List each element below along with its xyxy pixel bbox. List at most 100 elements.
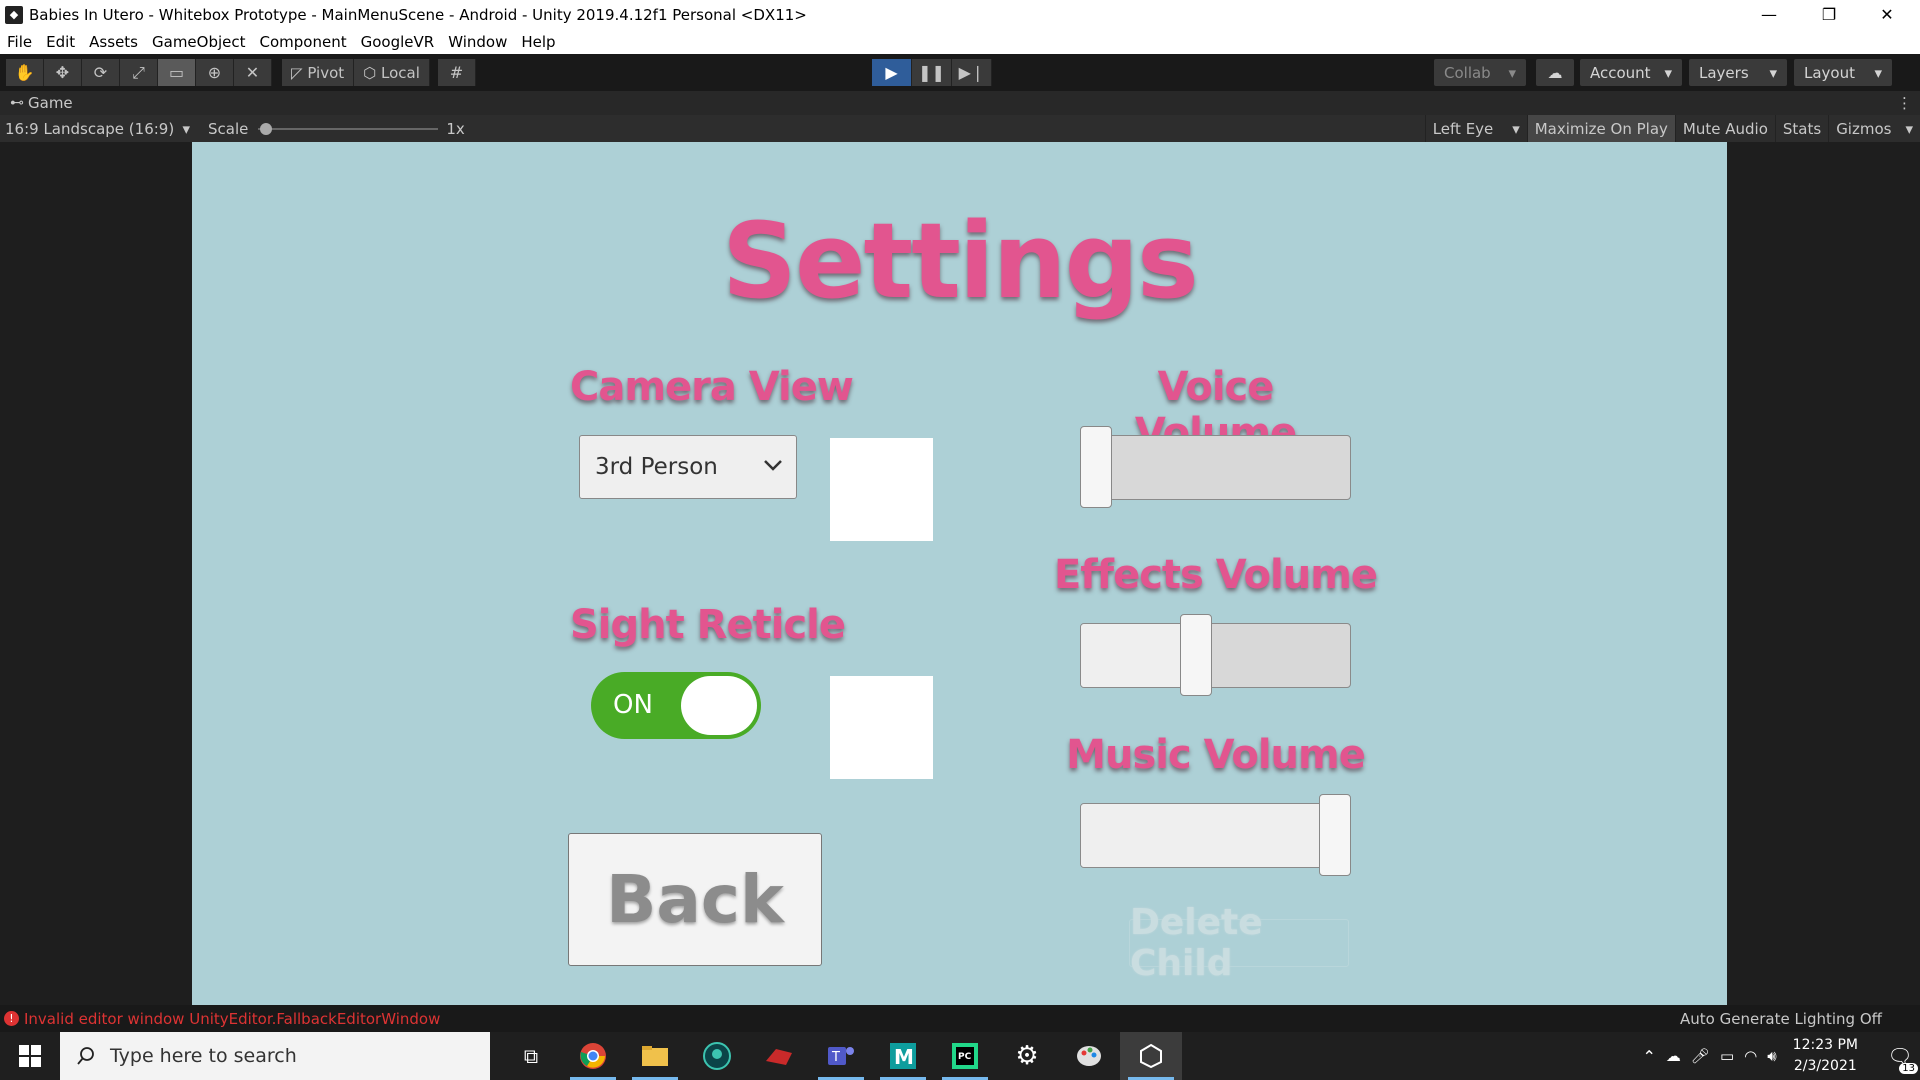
- move-tool-icon[interactable]: ✥: [44, 59, 82, 86]
- sight-reticle-toggle[interactable]: ON: [591, 672, 761, 739]
- aspect-dropdown[interactable]: 16:9 Landscape (16:9) ▾: [0, 120, 196, 138]
- grid-snap-icon[interactable]: #: [437, 59, 476, 86]
- chevron-down-icon: [764, 460, 782, 471]
- volume-icon[interactable]: 🔊︎: [1767, 1047, 1776, 1065]
- layout-label: Layout: [1804, 63, 1855, 82]
- menu-googlevr[interactable]: GoogleVR: [354, 33, 442, 51]
- svg-text:M: M: [894, 1045, 914, 1069]
- transform-tool-icon[interactable]: ⊕: [196, 59, 234, 86]
- mute-audio-toggle[interactable]: Mute Audio: [1674, 115, 1775, 142]
- camera-view-dropdown[interactable]: 3rd Person: [579, 435, 797, 499]
- cloud-button[interactable]: ☁: [1536, 59, 1574, 86]
- file-explorer-icon[interactable]: [624, 1032, 686, 1080]
- chevron-down-icon: ▾: [1664, 63, 1672, 82]
- unity-taskbar-icon[interactable]: [1120, 1032, 1182, 1080]
- music-volume-handle[interactable]: [1319, 794, 1351, 876]
- collab-dropdown[interactable]: Collab ▾: [1434, 59, 1526, 86]
- system-tray: ⌃ ☁ 🎤︎ ▭ ◠ 🔊︎ 12:23 PM 2/3/2021 🗨︎ 13: [1642, 1032, 1920, 1080]
- microphone-icon[interactable]: 🎤︎: [1691, 1047, 1710, 1065]
- battery-icon[interactable]: ▭: [1720, 1047, 1734, 1065]
- pivot-icon: ◸: [291, 63, 308, 82]
- hand-tool-icon[interactable]: ✋: [6, 59, 44, 86]
- maximize-on-play-toggle[interactable]: Maximize On Play: [1526, 115, 1675, 142]
- chrome-icon[interactable]: [562, 1032, 624, 1080]
- windows-start-button[interactable]: [0, 1032, 60, 1080]
- menu-assets[interactable]: Assets: [82, 33, 145, 51]
- scale-label: Scale: [208, 119, 249, 138]
- wifi-icon[interactable]: ◠: [1744, 1047, 1757, 1065]
- rotate-tool-icon[interactable]: ⟳: [82, 59, 120, 86]
- notification-center-button[interactable]: 🗨︎ 13: [1880, 1032, 1920, 1080]
- layers-dropdown[interactable]: Layers ▾: [1689, 59, 1787, 86]
- minimize-button[interactable]: —: [1740, 0, 1798, 29]
- music-volume-slider[interactable]: [1080, 803, 1351, 868]
- lighting-status: Auto Generate Lighting Off: [1680, 1009, 1882, 1028]
- step-button[interactable]: ▶❘: [952, 59, 992, 86]
- window-titlebar: ◆ Babies In Utero - Whitebox Prototype -…: [0, 0, 1920, 29]
- restore-button[interactable]: ❐: [1800, 0, 1858, 29]
- editor-status-bar: ! Invalid editor window UnityEditor.Fall…: [0, 1005, 1920, 1032]
- more-options-icon[interactable]: ⋮: [1897, 94, 1912, 112]
- stats-toggle[interactable]: Stats: [1774, 115, 1828, 142]
- scale-tool-icon[interactable]: ⤢: [120, 59, 158, 86]
- pause-button[interactable]: ❚❚: [912, 59, 952, 86]
- scale-slider[interactable]: [258, 122, 439, 136]
- status-error-message[interactable]: Invalid editor window UnityEditor.Fallba…: [24, 1010, 440, 1028]
- task-view-icon[interactable]: ⧉: [500, 1032, 562, 1080]
- voice-volume-handle[interactable]: [1080, 426, 1112, 508]
- layout-dropdown[interactable]: Layout ▾: [1794, 59, 1892, 86]
- delete-child-button[interactable]: Delete Child: [1129, 902, 1349, 984]
- chevron-down-icon: ▾: [1874, 63, 1882, 82]
- taskbar-search-box[interactable]: Type here to search: [60, 1032, 490, 1080]
- paint-icon[interactable]: [1058, 1032, 1120, 1080]
- menu-gameobject[interactable]: GameObject: [145, 33, 253, 51]
- unity-icon: ◆: [5, 5, 23, 24]
- account-dropdown[interactable]: Account ▾: [1580, 59, 1682, 86]
- menu-component[interactable]: Component: [253, 33, 354, 51]
- chevron-up-icon[interactable]: ⌃: [1642, 1047, 1655, 1066]
- window-title: Babies In Utero - Whitebox Prototype - M…: [29, 5, 807, 24]
- scale-slider-knob[interactable]: [260, 122, 273, 135]
- pivot-button[interactable]: ◸ Pivot: [282, 59, 355, 86]
- voice-volume-slider[interactable]: [1080, 435, 1351, 500]
- back-button[interactable]: Back: [568, 833, 822, 966]
- gamepad-icon: ⊷: [10, 95, 24, 111]
- game-tab-bar: ⊷ Game ⋮: [0, 91, 1920, 115]
- effects-volume-slider[interactable]: [1080, 623, 1351, 688]
- music-volume-heading: Music Volume: [1066, 732, 1366, 778]
- maya-icon[interactable]: M: [872, 1032, 934, 1080]
- pivot-group: ◸ Pivot ⬡ Local: [282, 59, 430, 86]
- menu-window[interactable]: Window: [441, 33, 514, 51]
- menu-file[interactable]: File: [0, 33, 39, 51]
- windows-logo-icon: [19, 1045, 41, 1067]
- chevron-down-icon: ▾: [1905, 119, 1913, 138]
- editor-toolbar: ✋ ✥ ⟳ ⤢ ▭ ⊕ ✕ ◸ Pivot ⬡ Local # ▶ ❚❚ ▶❘ …: [0, 54, 1920, 91]
- close-button[interactable]: ✕: [1858, 0, 1916, 29]
- eye-dropdown[interactable]: Left Eye ▾: [1424, 115, 1527, 142]
- teams-icon[interactable]: T: [810, 1032, 872, 1080]
- custom-tool-icon[interactable]: ✕: [234, 59, 272, 86]
- clock[interactable]: 12:23 PM 2/3/2021: [1793, 1035, 1858, 1077]
- menu-edit[interactable]: Edit: [39, 33, 82, 51]
- gizmos-label: Gizmos: [1836, 119, 1892, 138]
- cloud-icon: ☁: [1547, 63, 1563, 82]
- gizmos-dropdown[interactable]: Gizmos ▾: [1828, 115, 1920, 142]
- pycharm-icon[interactable]: PC: [934, 1032, 996, 1080]
- gitkraken-icon[interactable]: [686, 1032, 748, 1080]
- page-title: Settings: [722, 200, 1199, 322]
- play-button[interactable]: ▶: [872, 59, 912, 86]
- menu-help[interactable]: Help: [514, 33, 562, 51]
- account-label: Account: [1590, 63, 1651, 82]
- local-button[interactable]: ⬡ Local: [354, 59, 430, 86]
- layers-label: Layers: [1699, 63, 1749, 82]
- game-app-icon[interactable]: [748, 1032, 810, 1080]
- tab-game[interactable]: ⊷ Game: [0, 94, 73, 112]
- mute-label: Mute Audio: [1682, 119, 1768, 138]
- chevron-down-icon: ▾: [1769, 63, 1777, 82]
- rect-tool-icon[interactable]: ▭: [158, 59, 196, 86]
- effects-volume-handle[interactable]: [1180, 614, 1213, 696]
- sight-reticle-heading: Sight Reticle: [570, 602, 846, 648]
- effects-volume-heading: Effects Volume: [1053, 552, 1378, 598]
- settings-gear-icon[interactable]: ⚙: [996, 1032, 1058, 1080]
- onedrive-icon[interactable]: ☁: [1666, 1047, 1681, 1065]
